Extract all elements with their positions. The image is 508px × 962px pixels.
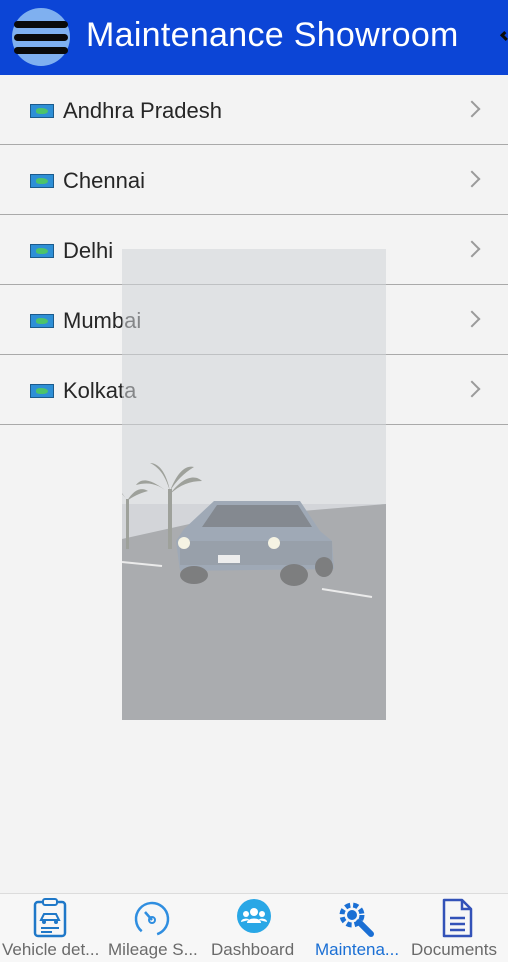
- nav-label: Mileage S...: [108, 940, 198, 959]
- map-flag-icon: [30, 244, 54, 258]
- nav-item-vehicle-details[interactable]: Vehicle det...: [0, 894, 101, 962]
- map-flag-icon: [30, 104, 54, 118]
- map-flag-icon: [30, 314, 54, 328]
- bottom-navigation-bar: Vehicle det... Mileage S... Dashboard Ma…: [0, 893, 508, 962]
- map-flag-icon: [30, 384, 54, 398]
- nav-label: Vehicle det...: [2, 940, 100, 959]
- wrench-gear-icon: [339, 902, 374, 937]
- nav-item-maintenance[interactable]: Maintena...: [305, 894, 407, 962]
- nav-label: Documents: [411, 940, 497, 959]
- list-item-andhra-pradesh[interactable]: Andhra Pradesh: [0, 75, 508, 145]
- list-item-label: Delhi: [63, 238, 114, 263]
- group-users-icon: [237, 899, 271, 933]
- nav-label: Maintena...: [315, 940, 400, 959]
- nav-item-dashboard[interactable]: Dashboard: [203, 894, 305, 962]
- vehicle-document-icon: [33, 898, 67, 938]
- chevron-right-icon: [463, 100, 481, 118]
- nav-label: Dashboard: [211, 940, 295, 959]
- car-photo-illustration: [122, 249, 386, 720]
- list-item-label: Andhra Pradesh: [63, 98, 222, 123]
- speedometer-icon: [134, 901, 170, 937]
- chevron-right-icon: [463, 240, 481, 258]
- background-car-photo: [122, 249, 386, 720]
- back-arrow-icon[interactable]: [500, 31, 508, 41]
- nav-item-documents[interactable]: Documents: [407, 894, 508, 962]
- list-item-chennai[interactable]: Chennai: [0, 145, 508, 215]
- chevron-right-icon: [463, 170, 481, 188]
- nav-item-mileage[interactable]: Mileage S...: [101, 894, 203, 962]
- list-item-label: Chennai: [63, 168, 145, 193]
- page-title: Maintenance Showroom: [86, 16, 459, 54]
- map-flag-icon: [30, 174, 54, 188]
- chevron-right-icon: [463, 310, 481, 328]
- document-icon: [442, 898, 473, 938]
- app-header: Maintenance Showroom: [0, 0, 508, 75]
- chevron-right-icon: [463, 380, 481, 398]
- hamburger-menu-icon[interactable]: [12, 8, 70, 66]
